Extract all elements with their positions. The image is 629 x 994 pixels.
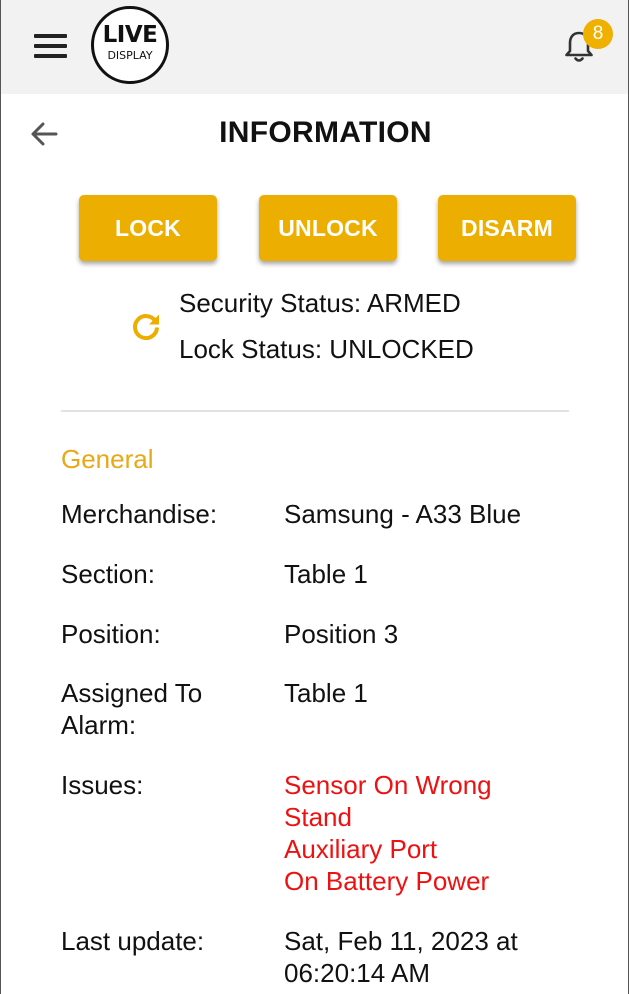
refresh-icon[interactable] [129,310,163,344]
disarm-button[interactable]: DISARM [438,195,576,261]
hamburger-menu-icon[interactable] [34,34,67,58]
general-section-title: General [61,444,154,474]
top-app-bar: LIVE DISPLAY 8 [1,0,628,94]
security-status-text: Security Status: ARMED [179,288,461,318]
issue-item: Auxiliary Port [284,834,438,864]
issue-item: Sensor On Wrong Stand [284,770,492,832]
last-update-value: Sat, Feb 11, 2023 at 06:20:14 AM [284,926,518,988]
position-label: Position: [61,619,161,649]
lock-button[interactable]: LOCK [79,195,217,261]
issue-item: On Battery Power [284,866,490,896]
logo-text-display: DISPLAY [107,49,153,62]
divider [61,410,569,412]
page-title: INFORMATION [219,116,432,149]
app-screen: LIVE DISPLAY 8 INFORMATION LOCK UNLOCK D… [0,0,629,994]
position-value: Position 3 [284,619,399,649]
last-update-label: Last update: [61,926,205,956]
merchandise-label: Merchandise: [61,499,218,529]
assigned-to-alarm-label: Assigned To Alarm: [61,678,203,740]
live-display-logo[interactable]: LIVE DISPLAY [91,6,169,84]
unlock-button[interactable]: UNLOCK [259,195,397,261]
issues-label: Issues: [61,770,144,800]
merchandise-value: Samsung - A33 Blue [284,499,522,529]
notification-count-badge: 8 [583,19,613,49]
logo-text-live: LIVE [102,22,158,48]
lock-status-text: Lock Status: UNLOCKED [179,334,474,364]
section-value: Table 1 [284,559,368,589]
assigned-to-alarm-value: Table 1 [284,678,368,708]
section-label: Section: [61,559,155,589]
